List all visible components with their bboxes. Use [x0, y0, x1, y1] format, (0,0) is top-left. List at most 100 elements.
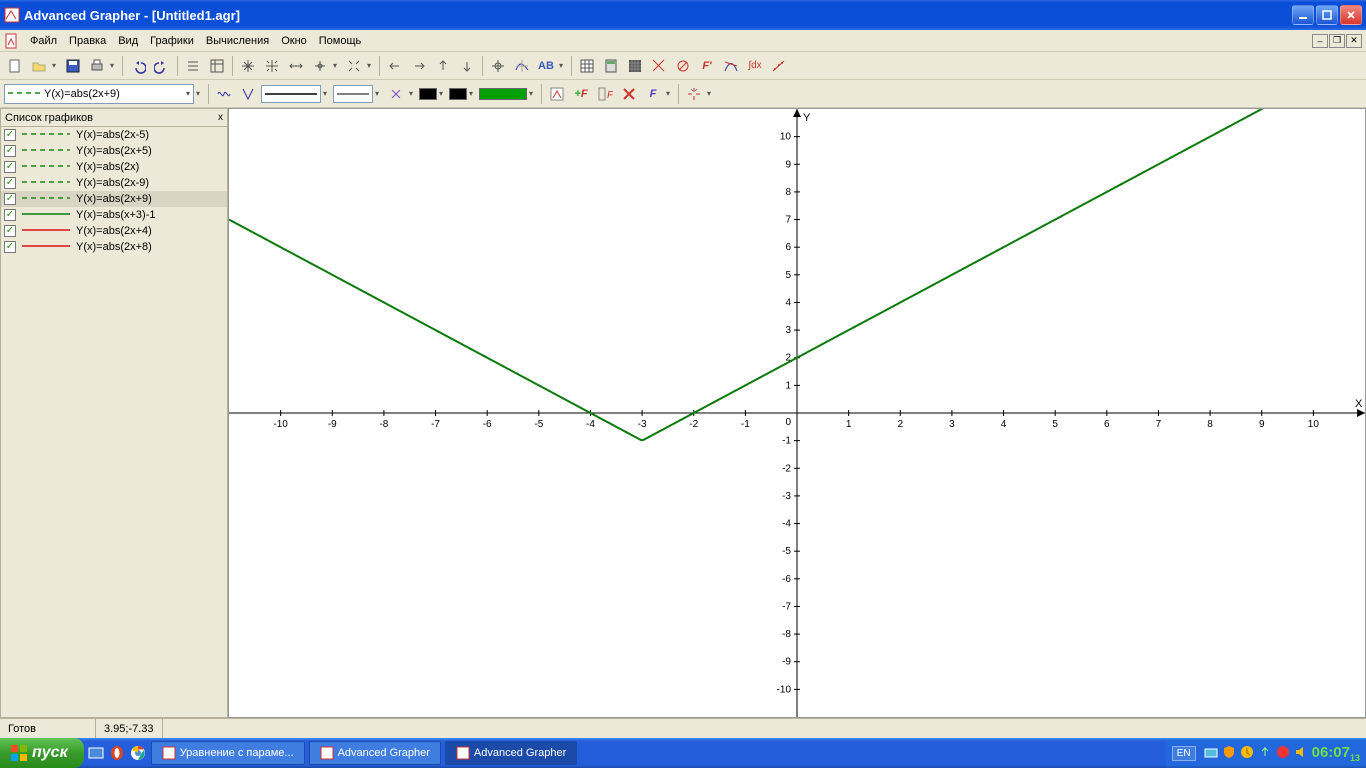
regression-button[interactable] — [768, 55, 790, 77]
point-color-swatch[interactable] — [419, 88, 437, 100]
graph-list-item[interactable]: Y(x)=abs(2x) — [1, 159, 227, 175]
fill-color-swatch[interactable] — [479, 88, 527, 100]
maximize-button[interactable] — [1316, 5, 1338, 25]
line-wave-icon[interactable] — [213, 83, 235, 105]
taskbar-button[interactable]: Advanced Grapher — [445, 741, 577, 765]
tray-clock[interactable]: 06:0713 — [1312, 744, 1360, 763]
graph-visible-checkbox[interactable] — [4, 129, 16, 141]
point-style-dropdown[interactable]: ▾ — [409, 89, 417, 98]
add-table-func-button[interactable]: F — [594, 83, 616, 105]
line-style-select[interactable] — [261, 85, 321, 103]
line-style-dropdown[interactable]: ▾ — [323, 89, 331, 98]
graph-visible-checkbox[interactable] — [4, 161, 16, 173]
new-button[interactable] — [4, 55, 26, 77]
graph-visible-checkbox[interactable] — [4, 225, 16, 237]
label-dropdown[interactable]: ▾ — [559, 61, 567, 70]
mdi-minimize-button[interactable]: ‒ — [1312, 34, 1328, 48]
snap-button[interactable] — [683, 83, 705, 105]
minimize-button[interactable] — [1292, 5, 1314, 25]
menu-help[interactable]: Помощь — [313, 33, 368, 49]
graph-visible-checkbox[interactable] — [4, 145, 16, 157]
line-v-icon[interactable] — [237, 83, 259, 105]
graph-list-item[interactable]: Y(x)=abs(2x+4) — [1, 223, 227, 239]
print-dropdown[interactable]: ▾ — [110, 61, 118, 70]
redo-button[interactable] — [151, 55, 173, 77]
point-style-icon[interactable] — [385, 83, 407, 105]
tray-shield-icon[interactable] — [1222, 745, 1236, 762]
tray-av-icon[interactable] — [1276, 745, 1290, 762]
func-button[interactable]: F — [642, 83, 664, 105]
graph-list-item[interactable]: Y(x)=abs(x+3)-1 — [1, 207, 227, 223]
graph-list-item[interactable]: Y(x)=abs(2x-5) — [1, 127, 227, 143]
quick-chrome-icon[interactable] — [129, 744, 147, 762]
menu-view[interactable]: Вид — [112, 33, 144, 49]
graph-list-item[interactable]: Y(x)=abs(2x+5) — [1, 143, 227, 159]
move-up-button[interactable] — [432, 55, 454, 77]
fill-color-dropdown[interactable]: ▾ — [529, 89, 537, 98]
menu-calc[interactable]: Вычисления — [200, 33, 275, 49]
graph-visible-checkbox[interactable] — [4, 241, 16, 253]
no-intersect-button[interactable] — [672, 55, 694, 77]
graph-list-item[interactable]: Y(x)=abs(2x-9) — [1, 175, 227, 191]
mdi-close-button[interactable]: ✕ — [1346, 34, 1362, 48]
tray-usb-icon[interactable] — [1258, 745, 1272, 762]
quick-opera-icon[interactable] — [108, 744, 126, 762]
taskbar-button[interactable]: Advanced Grapher — [309, 741, 441, 765]
move-left-button[interactable] — [384, 55, 406, 77]
func-dropdown[interactable]: ▾ — [666, 89, 674, 98]
line-width-dropdown[interactable]: ▾ — [375, 89, 383, 98]
plot-selector[interactable]: Y(x)=abs(2x+9) ▾ — [4, 84, 194, 104]
line-color-swatch[interactable] — [449, 88, 467, 100]
trace-button[interactable] — [511, 55, 533, 77]
mdi-restore-button[interactable]: ❐ — [1329, 34, 1345, 48]
line-color-dropdown[interactable]: ▾ — [469, 89, 477, 98]
snap-dropdown[interactable]: ▾ — [707, 89, 715, 98]
move-down-button[interactable] — [456, 55, 478, 77]
graph-visible-checkbox[interactable] — [4, 177, 16, 189]
zoom-center-button[interactable] — [309, 55, 331, 77]
pan-button[interactable] — [237, 55, 259, 77]
print-button[interactable] — [86, 55, 108, 77]
panel-close-button[interactable]: x — [218, 112, 223, 123]
menu-window[interactable]: Окно — [275, 33, 313, 49]
move-right-button[interactable] — [408, 55, 430, 77]
grid-button[interactable] — [624, 55, 646, 77]
open-button[interactable] — [28, 55, 50, 77]
point-color-dropdown[interactable]: ▾ — [439, 89, 447, 98]
undo-button[interactable] — [127, 55, 149, 77]
line-width-select[interactable] — [333, 85, 373, 103]
open-dropdown[interactable]: ▾ — [52, 61, 60, 70]
close-button[interactable] — [1340, 5, 1362, 25]
tray-update-icon[interactable] — [1240, 745, 1254, 762]
menu-edit[interactable]: Правка — [63, 33, 112, 49]
graph-list-item[interactable]: Y(x)=abs(2x+8) — [1, 239, 227, 255]
add-func-button[interactable]: +F — [570, 83, 592, 105]
plot-selector-more[interactable]: ▾ — [196, 89, 204, 98]
tray-volume-icon[interactable] — [1294, 745, 1308, 762]
table-button[interactable] — [576, 55, 598, 77]
zoom-dropdown[interactable]: ▾ — [333, 61, 341, 70]
quick-desktop-icon[interactable] — [87, 744, 105, 762]
intersect-button[interactable] — [648, 55, 670, 77]
taskbar-button[interactable]: Уравнение с параме... — [151, 741, 305, 765]
derivative-button[interactable]: F' — [696, 55, 718, 77]
crosshair-button[interactable] — [487, 55, 509, 77]
menu-file[interactable]: Файл — [24, 33, 63, 49]
language-indicator[interactable]: EN — [1172, 746, 1196, 761]
label-button[interactable]: AB — [535, 55, 557, 77]
horizontal-arrows-icon[interactable] — [285, 55, 307, 77]
plot-area[interactable]: XY-10-9-8-7-6-5-4-3-2-112345678910-10-9-… — [228, 108, 1366, 718]
zoom-in-button[interactable] — [261, 55, 283, 77]
graph-visible-checkbox[interactable] — [4, 193, 16, 205]
tangent-button[interactable] — [720, 55, 742, 77]
graph-list-button[interactable] — [182, 55, 204, 77]
graph-list-item[interactable]: Y(x)=abs(2x+9) — [1, 191, 227, 207]
integral-button[interactable]: ∫dx — [744, 55, 766, 77]
calc-button[interactable] — [600, 55, 622, 77]
props-button[interactable] — [206, 55, 228, 77]
save-button[interactable] — [62, 55, 84, 77]
start-button[interactable]: пуск — [0, 738, 84, 768]
tray-network-icon[interactable] — [1204, 745, 1218, 762]
graph-visible-checkbox[interactable] — [4, 209, 16, 221]
zoom-out-dropdown[interactable]: ▾ — [367, 61, 375, 70]
